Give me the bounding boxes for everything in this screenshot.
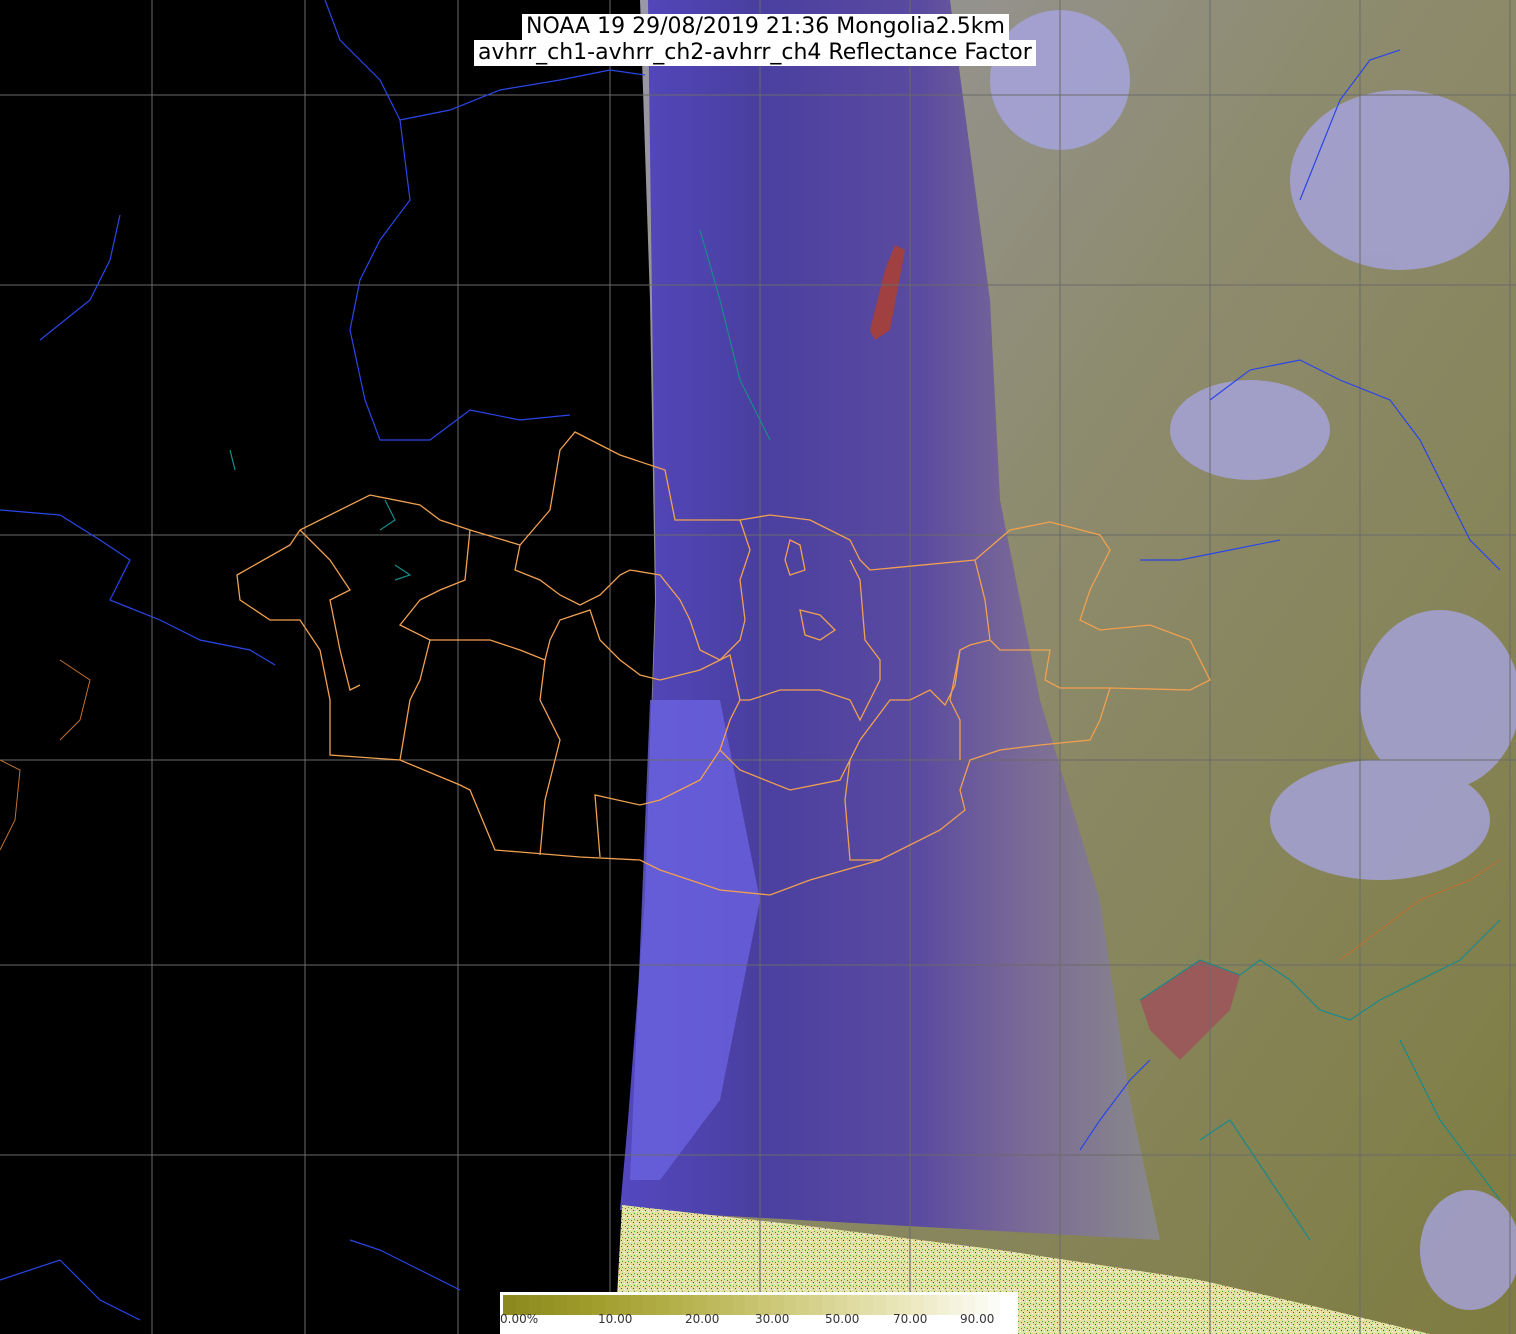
legend-swatch [809, 1295, 822, 1315]
legend-swatch [630, 1295, 644, 1315]
legend-swatch [796, 1295, 809, 1315]
title-line-2: avhrr_ch1-avhrr_ch2-avhrr_ch4 Reflectanc… [474, 40, 1036, 66]
legend-swatch [566, 1295, 580, 1315]
title-line-1: NOAA 19 29/08/2019 21:36 Mongolia2.5km [522, 14, 1009, 40]
legend-tick-1: 10.00 [598, 1312, 633, 1326]
legend-swatch [579, 1295, 593, 1315]
satellite-map [0, 0, 1516, 1334]
legend-swatch [872, 1295, 886, 1315]
legend-swatch [936, 1295, 950, 1315]
legend-swatch [554, 1295, 567, 1315]
legend-swatch [541, 1295, 554, 1315]
legend-swatch [732, 1295, 746, 1315]
legend-swatch [668, 1295, 682, 1315]
legend-swatch [719, 1295, 733, 1315]
legend-tick-0: 0.00% [500, 1312, 539, 1326]
legend-tick-2: 20.00 [685, 1312, 720, 1326]
legend-swatch [1000, 1295, 1013, 1315]
legend-swatch [656, 1295, 669, 1315]
legend-swatch [643, 1295, 656, 1315]
legend-tick-3: 30.00 [755, 1312, 790, 1326]
legend-tick-5: 70.00 [893, 1312, 928, 1326]
legend-tick-6: 90.00 [960, 1312, 995, 1326]
legend-tick-4: 50.00 [825, 1312, 860, 1326]
color-legend: 0.00% 10.00 20.00 30.00 50.00 70.00 90.0… [500, 1292, 1018, 1334]
legend-swatch [860, 1295, 873, 1315]
